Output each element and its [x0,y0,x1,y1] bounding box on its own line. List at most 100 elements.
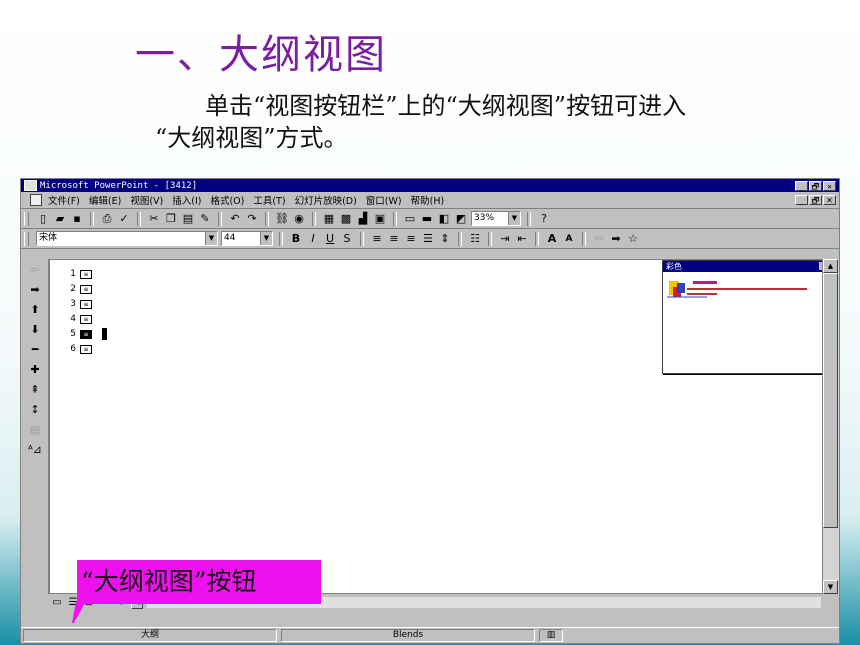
spelling-icon[interactable]: ✓ [117,212,131,226]
insert-word-table-icon[interactable]: ▦ [322,212,336,226]
menu-window[interactable]: 窗口(W) [366,193,402,207]
powerpoint-app-icon[interactable] [24,180,37,191]
outline-pane[interactable]: 1 ≡ 2 ≡ 3 ≡ 4 ≡ 5 ≡ 6 ≡ 彩色 [49,259,832,594]
menu-edit[interactable]: 编辑(E) [89,193,121,207]
doc-close-button[interactable]: ✕ [823,195,836,205]
redo-icon[interactable]: ↷ [245,212,259,226]
justify-icon[interactable]: ☰ [421,232,435,246]
restore-button[interactable]: 🗗 [809,180,822,191]
italic-button[interactable]: I [306,232,320,246]
office-assistant-icon[interactable]: ? [537,212,551,226]
outlining-toolbar: ⇦ ➡ ⬆ ⬇ ━ ✚ ⇞ ↕ ▤ ᴬ⊿ [22,259,49,594]
body-line-1: 单击“视图按钮栏”上的“大纲视图”按钮可进入 [205,92,687,120]
increase-indent-icon[interactable]: ⇥ [498,232,512,246]
chevron-down-icon: ▼ [508,212,520,225]
doc-restore-button[interactable]: 🗗 [809,195,822,205]
formatting-toolbar: 宋体 ▼ 44 ▼ B I U S ≡ ≡ ≡ ☰ ⇕ ☷ ⇥ ⇤ A A ⇦ … [21,229,839,249]
open-icon[interactable]: ▰ [53,212,67,226]
font-name-select[interactable]: 宋体 ▼ [36,231,218,246]
standard-toolbar: ▯ ▰ ▪ ⎙ ✓ ✂ ❐ ▤ ✎ ↶ ↷ ⛓ ◉ ▦ ▩ ▟ ▣ ▭ ▬ ◧ … [21,209,839,229]
slide-thumbnail [667,277,825,325]
slide-number: 3 [70,299,76,309]
promote-icon[interactable]: ⇦ [592,232,606,246]
insert-chart-icon[interactable]: ▟ [356,212,370,226]
menu-help[interactable]: 帮助(H) [411,193,445,207]
save-icon[interactable]: ▪ [70,212,84,226]
underline-button[interactable]: U [323,232,337,246]
slide-view-button[interactable]: ▭ [51,597,63,608]
menu-tools[interactable]: 工具(T) [253,193,285,207]
align-center-icon[interactable]: ≡ [387,232,401,246]
outline-slide-row[interactable]: 3 ≡ [68,298,92,310]
summary-slide-icon[interactable]: ▤ [24,421,46,439]
menu-view[interactable]: 视图(V) [130,193,163,207]
outline-slide-row[interactable]: 6 ≡ [68,343,92,355]
format-painter-icon[interactable]: ✎ [198,212,212,226]
undo-icon[interactable]: ↶ [228,212,242,226]
outline-slide-row[interactable]: 5 ≡ [68,328,107,340]
menu-insert[interactable]: 插入(I) [172,193,201,207]
scrollbar-thumb[interactable] [823,273,838,528]
menu-bar: 文件(F) 编辑(E) 视图(V) 插入(I) 格式(O) 工具(T) 幻灯片放… [21,192,839,209]
menu-file[interactable]: 文件(F) [48,193,80,207]
cut-icon[interactable]: ✂ [147,212,161,226]
insert-excel-icon[interactable]: ▩ [339,212,353,226]
demote-arrow-icon[interactable]: ➡ [24,281,46,299]
font-size-value: 44 [224,233,236,243]
chevron-down-icon: ▼ [205,232,217,245]
menu-format[interactable]: 格式(O) [210,193,244,207]
expand-all-icon[interactable]: ↕ [24,401,46,419]
new-icon[interactable]: ▯ [36,212,50,226]
scroll-up-icon[interactable]: ▲ [823,259,838,273]
vertical-scrollbar[interactable]: ▲ ▼ [822,259,839,594]
align-left-icon[interactable]: ≡ [370,232,384,246]
color-window-titlebar[interactable]: 彩色 ✕ [663,261,831,272]
window-titlebar[interactable]: Microsoft PowerPoint - [3412] _ 🗗 ✕ [21,179,839,192]
move-down-icon[interactable]: ⬇ [24,321,46,339]
spelling-status-icon[interactable]: ▥ [539,629,563,642]
doc-minimize-button[interactable]: _ [795,195,808,205]
color-window-title: 彩色 [666,262,682,271]
demote-icon[interactable]: ➡ [609,232,623,246]
scroll-down-icon[interactable]: ▼ [823,580,838,594]
collapse-all-icon[interactable]: ⇞ [24,381,46,399]
insert-clipart-icon[interactable]: ▣ [373,212,387,226]
move-up-icon[interactable]: ⬆ [24,301,46,319]
bullets-icon[interactable]: ☷ [468,232,482,246]
decrease-indent-icon[interactable]: ⇤ [515,232,529,246]
new-slide-icon[interactable]: ▭ [403,212,417,226]
expand-icon[interactable]: ✚ [24,361,46,379]
apply-design-icon[interactable]: ◧ [437,212,451,226]
shadow-button[interactable]: S [340,232,354,246]
font-size-select[interactable]: 44 ▼ [221,231,273,246]
toolbar-grip[interactable] [24,211,29,226]
document-menu-icon[interactable] [30,194,42,206]
outline-slide-row[interactable]: 1 ≡ [68,268,92,280]
copy-icon[interactable]: ❐ [164,212,178,226]
zoom-select[interactable]: 33% ▼ [471,211,521,226]
minimize-button[interactable]: _ [795,180,808,191]
menu-slideshow[interactable]: 幻灯片放映(D) [295,193,357,207]
hyperlink-icon[interactable]: ⛓ [275,212,289,226]
toolbar-grip[interactable] [24,231,29,246]
black-white-icon[interactable]: ◩ [454,212,468,226]
paste-icon[interactable]: ▤ [181,212,195,226]
decrease-font-size-icon[interactable]: A [562,232,576,246]
outline-slide-row[interactable]: 4 ≡ [68,313,92,325]
zoom-value: 33% [474,213,495,223]
color-preview-window[interactable]: 彩色 ✕ [662,260,832,374]
show-formatting-icon[interactable]: ᴬ⊿ [24,441,46,459]
slide-layout-icon[interactable]: ▬ [420,212,434,226]
close-button[interactable]: ✕ [823,180,836,191]
status-view-panel: 大纲 [23,629,277,642]
outline-slide-row[interactable]: 2 ≡ [68,283,92,295]
animation-effects-icon[interactable]: ☆ [626,232,640,246]
print-icon[interactable]: ⎙ [100,212,114,226]
increase-font-size-icon[interactable]: A [545,232,559,246]
collapse-icon[interactable]: ━ [24,341,46,359]
bold-button[interactable]: B [289,232,303,246]
promote-arrow-icon[interactable]: ⇦ [24,261,46,279]
web-toolbar-icon[interactable]: ◉ [292,212,306,226]
align-right-icon[interactable]: ≡ [404,232,418,246]
line-spacing-icon[interactable]: ⇕ [438,232,452,246]
